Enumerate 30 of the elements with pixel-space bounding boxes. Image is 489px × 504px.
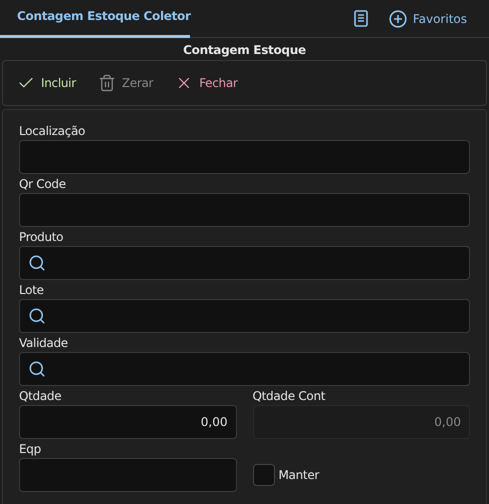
input-field[interactable] bbox=[19, 140, 470, 174]
input-field[interactable]: 0,00 bbox=[19, 405, 236, 439]
search-icon bbox=[28, 360, 46, 378]
input-field[interactable] bbox=[19, 458, 236, 492]
field-label: Eqp bbox=[19, 442, 42, 457]
book-icon bbox=[352, 10, 369, 27]
search-icon bbox=[28, 254, 46, 272]
search-icon bbox=[28, 307, 46, 325]
field-label: Qtdade Cont bbox=[252, 389, 326, 404]
search-field[interactable] bbox=[19, 299, 470, 333]
trash-icon bbox=[98, 74, 116, 92]
page-title: Contagem Estoque bbox=[182, 42, 307, 59]
confirm-button[interactable]: Incluir bbox=[11, 70, 82, 96]
field-label: Localização bbox=[19, 124, 86, 139]
field-value: 0,00 bbox=[200, 415, 228, 429]
close-button[interactable]: Fechar bbox=[169, 70, 244, 96]
field-label: Produto bbox=[19, 230, 64, 245]
field-value: 0,00 bbox=[434, 415, 461, 429]
tab[interactable]: Contagem Estoque Coletor bbox=[0, 0, 190, 38]
favorites-button[interactable]: Favoritos bbox=[378, 0, 489, 37]
checkbox[interactable] bbox=[252, 464, 274, 486]
input-field[interactable] bbox=[19, 193, 470, 227]
field-label: Qtdade bbox=[19, 389, 62, 404]
add-icon bbox=[388, 10, 407, 28]
search-field[interactable] bbox=[19, 246, 470, 280]
field-label: Validade bbox=[19, 336, 69, 351]
field-label: Qr Code bbox=[19, 177, 67, 192]
checkbox-label: Manter bbox=[278, 468, 320, 482]
field-label: Lote bbox=[19, 283, 45, 298]
search-field[interactable] bbox=[19, 352, 470, 386]
